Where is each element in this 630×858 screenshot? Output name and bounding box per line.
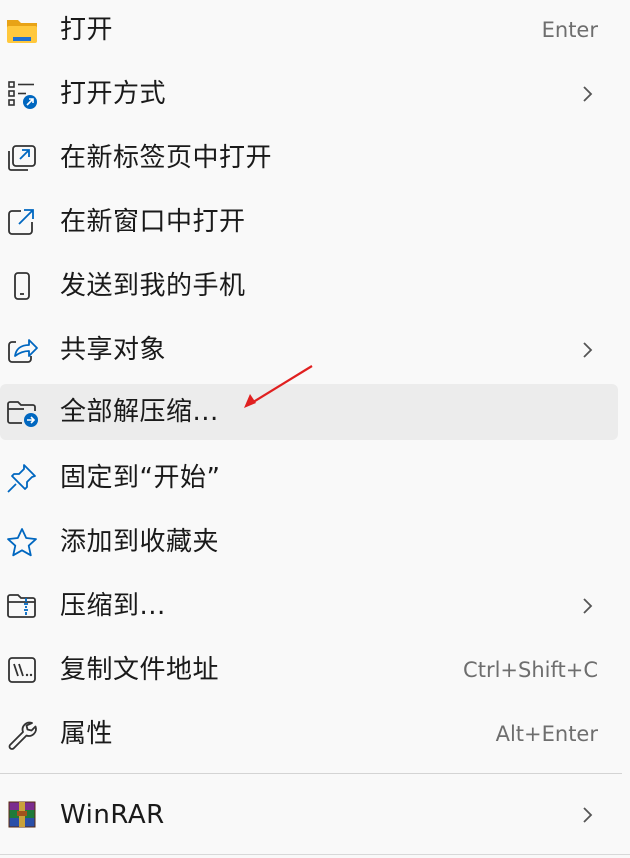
menu-item-compress-to[interactable]: 压缩到... <box>0 578 630 634</box>
menu-item-label: 发送到我的手机 <box>60 271 246 301</box>
menu-bottom-border <box>0 854 630 855</box>
pin-icon <box>4 462 40 494</box>
menu-item-open-new-tab[interactable]: 在新标签页中打开 <box>0 130 630 186</box>
menu-item-label: 共享对象 <box>60 335 167 365</box>
menu-item-send-to-phone[interactable]: 发送到我的手机 <box>0 258 630 314</box>
chevron-right-icon <box>578 84 596 104</box>
extract-folder-icon <box>4 396 40 428</box>
menu-item-label: 全部解压缩... <box>60 397 219 427</box>
shortcut-text: Alt+Enter <box>495 722 598 746</box>
winrar-icon <box>4 799 40 831</box>
menu-divider <box>0 773 622 774</box>
menu-item-open[interactable]: 打开 Enter <box>0 2 630 58</box>
menu-item-label: 添加到收藏夹 <box>60 527 220 557</box>
menu-item-label: 属性 <box>60 719 114 749</box>
menu-item-properties[interactable]: 属性 Alt+Enter <box>0 706 630 762</box>
share-icon <box>4 334 40 366</box>
chevron-right-icon <box>578 340 596 360</box>
context-menu: 打开 Enter 打开方式 在新标签页中打开 在新窗口中打开 发送到我的手机 共… <box>0 0 630 858</box>
menu-item-winrar[interactable]: WinRAR <box>0 787 630 843</box>
phone-icon <box>4 270 40 302</box>
menu-item-add-favorites[interactable]: 添加到收藏夹 <box>0 514 630 570</box>
annotation-arrow-icon <box>244 365 313 408</box>
zip-folder-icon <box>4 590 40 622</box>
menu-item-pin-start[interactable]: 固定到“开始” <box>0 450 630 506</box>
menu-item-label: 打开 <box>60 15 114 45</box>
new-window-icon <box>4 206 40 238</box>
copy-path-icon <box>4 654 40 686</box>
menu-item-open-with[interactable]: 打开方式 <box>0 66 630 122</box>
shortcut-text: Ctrl+Shift+C <box>463 658 598 682</box>
menu-item-copy-path[interactable]: 复制文件地址 Ctrl+Shift+C <box>0 642 630 698</box>
menu-item-label: 在新标签页中打开 <box>60 143 273 173</box>
new-tab-icon <box>4 142 40 174</box>
star-icon <box>4 526 40 558</box>
menu-item-label: 打开方式 <box>60 79 167 109</box>
open-with-icon <box>4 78 40 110</box>
menu-item-label: 复制文件地址 <box>60 655 220 685</box>
wrench-icon <box>4 718 40 750</box>
chevron-right-icon <box>578 596 596 616</box>
menu-item-label: WinRAR <box>60 800 165 830</box>
shortcut-text: Enter <box>541 18 598 42</box>
menu-item-label: 压缩到... <box>60 591 166 621</box>
menu-item-label: 在新窗口中打开 <box>60 207 246 237</box>
menu-item-open-new-window[interactable]: 在新窗口中打开 <box>0 194 630 250</box>
folder-icon <box>4 14 40 46</box>
menu-item-label: 固定到“开始” <box>60 463 221 493</box>
chevron-right-icon <box>578 805 596 825</box>
